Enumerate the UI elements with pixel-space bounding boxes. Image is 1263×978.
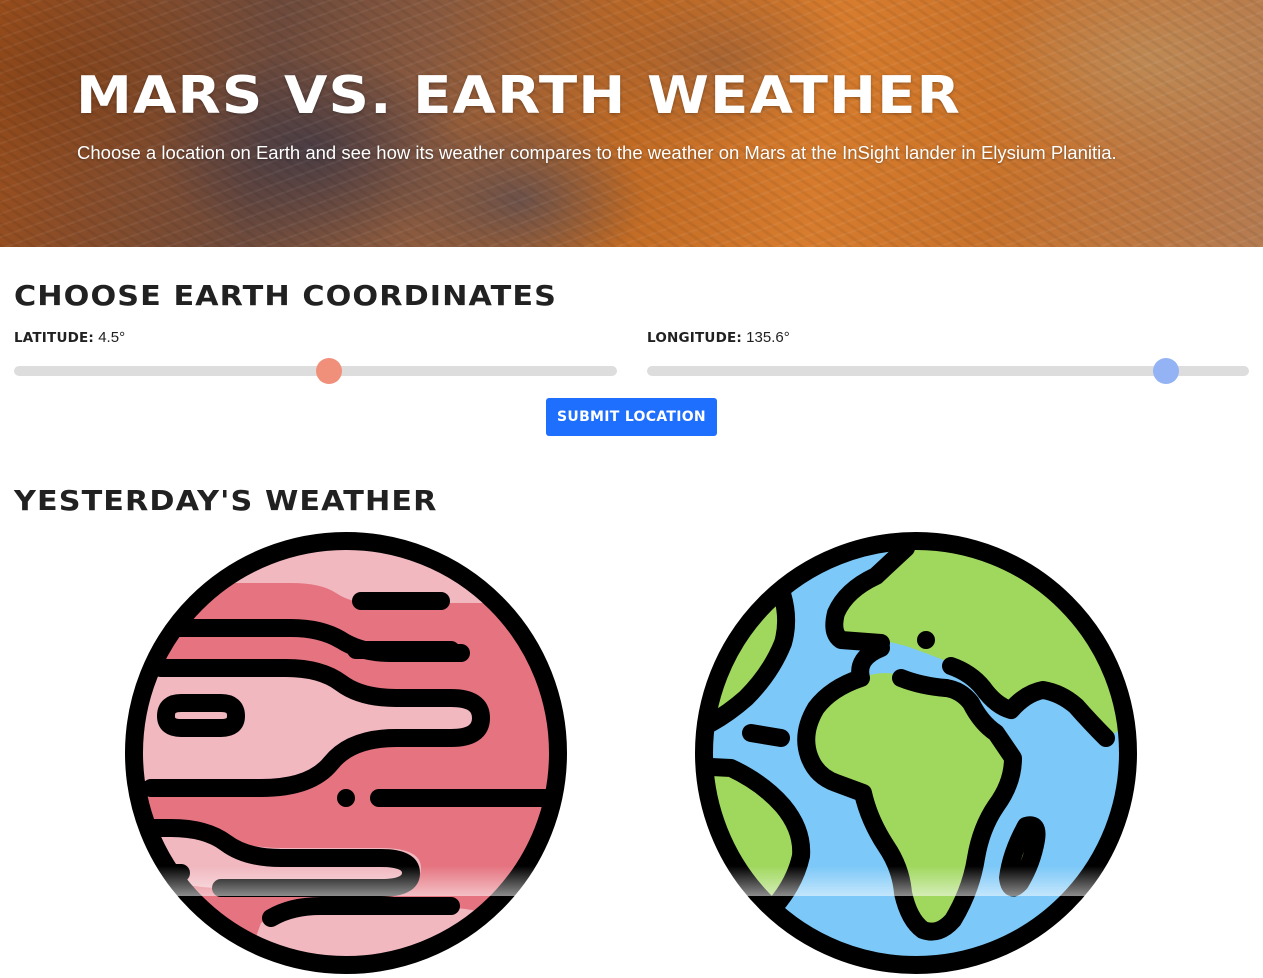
page-title: Mars vs. Earth Weather: [76, 66, 961, 126]
submit-location-button[interactable]: Submit Location: [546, 398, 717, 436]
longitude-slider[interactable]: [647, 358, 1249, 384]
latitude-value: 4.5°: [98, 329, 126, 346]
latitude-slider-thumb[interactable]: [316, 358, 343, 384]
latitude-readout: Latitude: 4.5°: [14, 329, 125, 346]
longitude-label: Longitude:: [647, 330, 742, 346]
hero-banner: Mars vs. Earth Weather Choose a location…: [0, 0, 1263, 247]
weather-heading: Yesterday's Weather: [14, 484, 438, 517]
longitude-value: 135.6°: [746, 329, 790, 346]
longitude-slider-thumb[interactable]: [1152, 358, 1179, 384]
earth-globe-icon: [695, 532, 1137, 974]
latitude-label: Latitude:: [14, 330, 95, 346]
longitude-readout: Longitude: 135.6°: [647, 329, 790, 346]
coordinates-heading: Choose Earth Coordinates: [14, 279, 557, 312]
mars-planet-icon: [125, 532, 567, 974]
page-subtitle: Choose a location on Earth and see how i…: [77, 142, 1117, 163]
latitude-slider[interactable]: [14, 358, 617, 384]
